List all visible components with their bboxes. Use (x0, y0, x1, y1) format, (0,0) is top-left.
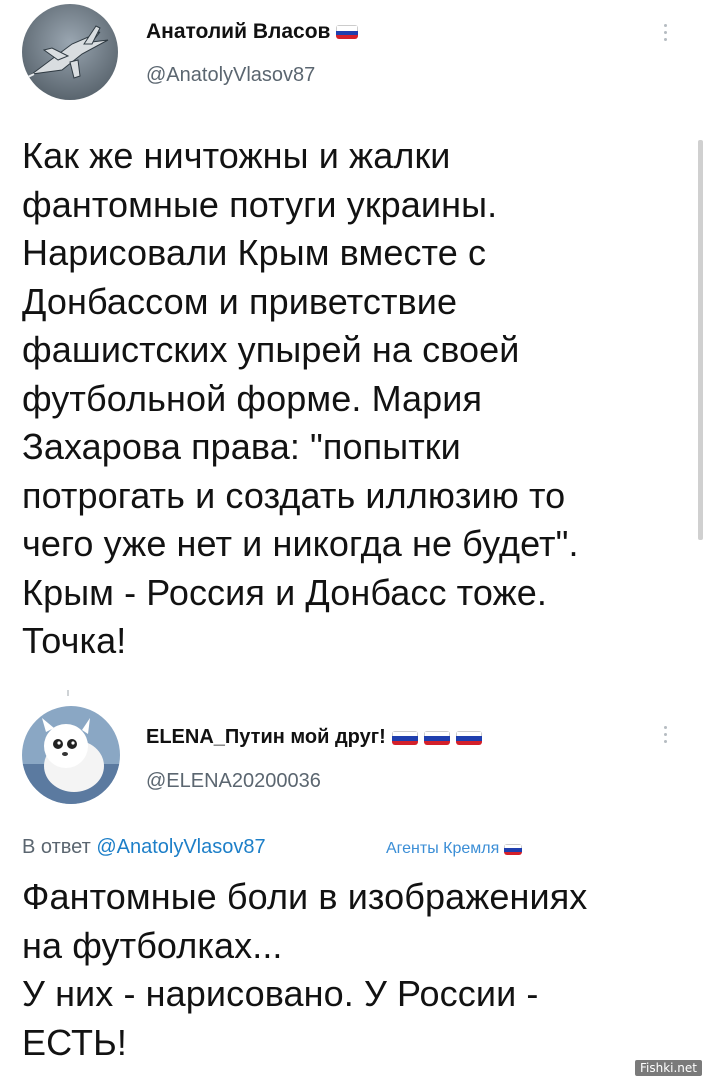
thread-connector (67, 690, 69, 696)
tweet-text-line: Донбассом и приветствие (22, 280, 458, 322)
tweet-text-line: фашистских упырей на своей (22, 329, 520, 370)
russian-flag-icon (455, 730, 482, 745)
reply-context: В ответ @AnatolyVlasov87 (22, 836, 266, 859)
tweet-1: Анатолий Власов @AnatolyVlasov87 Как же … (0, 0, 706, 700)
tweet-text: Как же ничтожны и жалки фантомные потуги… (22, 132, 579, 666)
reply-mention-link[interactable]: @AnatolyVlasov87 (96, 836, 265, 858)
russian-flag-icon (423, 730, 450, 745)
tweet-text-line: У них - нарисовано. У России - (22, 973, 539, 1014)
tweet-text-line: ЕСТЬ! (22, 1021, 127, 1063)
author-handle[interactable]: @AnatolyVlasov87 (146, 64, 315, 87)
reply-prefix: В ответ (22, 836, 91, 858)
watermark: Fishki.net (634, 1060, 702, 1076)
author-handle[interactable]: @ELENA20200036 (146, 770, 321, 793)
more-options-icon[interactable] (662, 726, 668, 743)
scrollbar[interactable] (698, 140, 703, 540)
tweet-text-line: Как же ничтожны и жалки (22, 135, 451, 176)
tweet-text-line: чего уже нет и никогда не будет". (22, 523, 579, 564)
tweet-text-line: Точка! (22, 620, 127, 661)
author-name-text[interactable]: Анатолий Власов (146, 20, 330, 44)
russian-flag-icon (336, 25, 359, 39)
tweet-text-line: футбольной форме. Мария (22, 377, 483, 419)
tweet-text-line: Фантомные боли в изображениях (22, 876, 588, 917)
tweet-text: Фантомные боли в изображениях на футболк… (22, 873, 587, 1067)
more-options-icon[interactable] (662, 24, 668, 41)
kremlin-agents-label[interactable]: Агенты Кремля (386, 840, 523, 858)
fighter-jet-avatar[interactable] (22, 4, 118, 100)
label-text: Агенты Кремля (386, 840, 500, 857)
russian-flag-icon (504, 843, 523, 855)
author-name[interactable]: Анатолий Власов (146, 20, 359, 44)
author-name-text[interactable]: ELENA_Путин мой друг! (146, 726, 386, 749)
tweet-text-line: Крым - Россия и Донбасс тоже. (22, 571, 547, 613)
russian-flag-icon (391, 730, 418, 745)
tweet-text-line: на футболках... (22, 924, 283, 966)
author-name[interactable]: ELENA_Путин мой друг! (146, 726, 482, 749)
white-dog-avatar[interactable] (22, 706, 120, 804)
tweet-text-line: потрогать и создать иллюзию то (22, 474, 566, 516)
tweet-text-line: Захарова права: "попытки (22, 426, 461, 467)
tweet-text-line: Нарисовали Крым вместе с (22, 232, 487, 273)
tweet-text-line: фантомные потуги украины. (22, 183, 498, 225)
